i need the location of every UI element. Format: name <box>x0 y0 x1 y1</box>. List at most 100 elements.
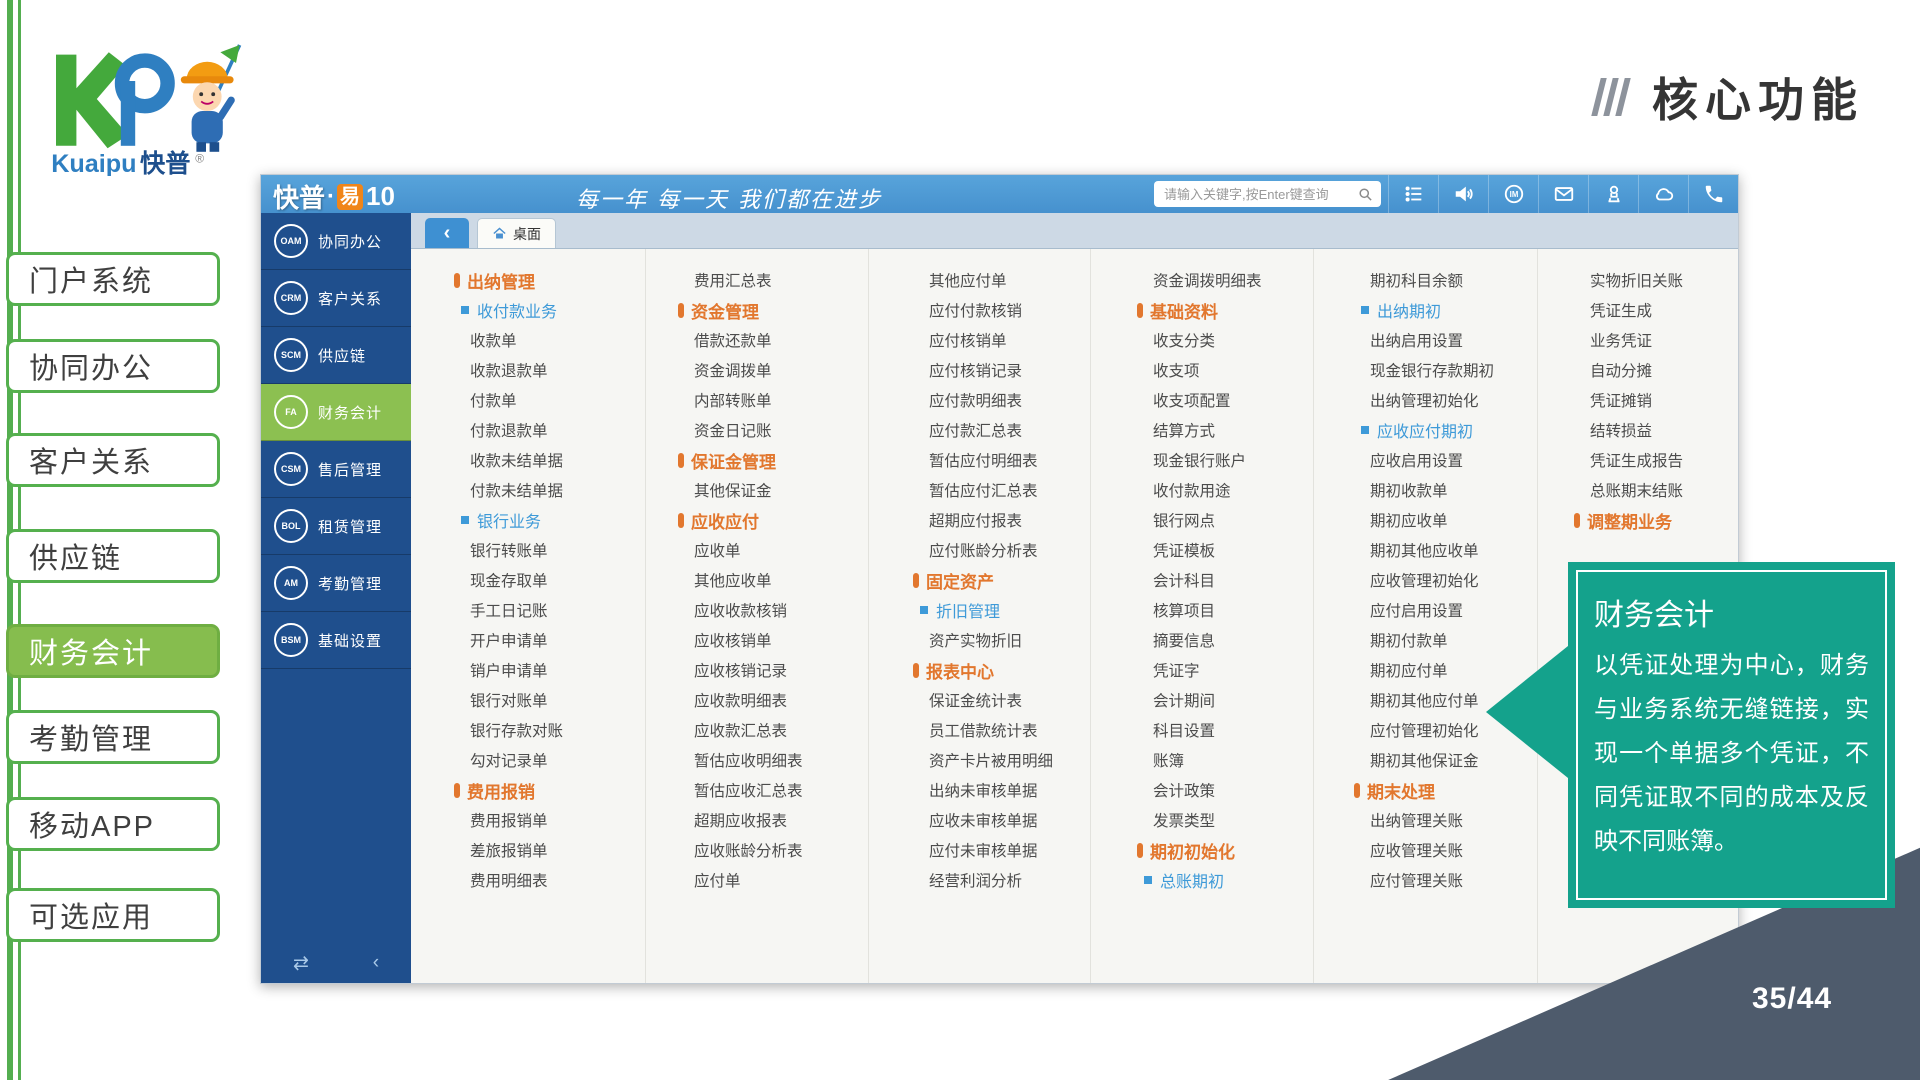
menu-item[interactable]: 账簿 <box>1137 745 1313 775</box>
menu-item[interactable]: 收款退款单 <box>454 355 645 385</box>
sidebar-item-7[interactable]: 移动APP <box>6 797 220 851</box>
nav-item-bol[interactable]: BOL租赁管理 <box>261 498 411 555</box>
nav-item-csm[interactable]: CSM售后管理 <box>261 441 411 498</box>
menu-item[interactable]: 现金银行账户 <box>1137 445 1313 475</box>
menu-item[interactable]: 暂估应付汇总表 <box>913 475 1090 505</box>
menu-item[interactable]: 收款单 <box>454 325 645 355</box>
menu-item[interactable]: 应收未审核单据 <box>913 805 1090 835</box>
menu-subgroup-header[interactable]: 出纳期初 <box>1354 295 1537 325</box>
tab-desktop[interactable]: 桌面 <box>477 218 556 248</box>
panel-swap-icon[interactable]: ⇄ <box>293 952 309 975</box>
menu-item[interactable]: 超期应收报表 <box>678 805 868 835</box>
mail-icon[interactable] <box>1538 175 1588 213</box>
im-icon[interactable]: IM <box>1488 175 1538 213</box>
menu-item[interactable]: 保证金统计表 <box>913 685 1090 715</box>
sidebar-item-6[interactable]: 考勤管理 <box>6 710 220 764</box>
menu-item[interactable]: 现金存取单 <box>454 565 645 595</box>
menu-subgroup-header[interactable]: 银行业务 <box>454 505 645 535</box>
panel-collapse-icon[interactable]: ‹ <box>373 952 379 975</box>
menu-item[interactable]: 收支项配置 <box>1137 385 1313 415</box>
menu-subgroup-header[interactable]: 折旧管理 <box>913 595 1090 625</box>
menu-item[interactable]: 会计期间 <box>1137 685 1313 715</box>
nav-item-bsm[interactable]: BSM基础设置 <box>261 612 411 669</box>
menu-item[interactable]: 凭证生成报告 <box>1574 445 1738 475</box>
menu-item[interactable]: 费用汇总表 <box>678 265 868 295</box>
menu-item[interactable]: 暂估应收明细表 <box>678 745 868 775</box>
menu-item[interactable]: 应收单 <box>678 535 868 565</box>
menu-item[interactable]: 资产卡片被用明细 <box>913 745 1090 775</box>
menu-item[interactable]: 应收启用设置 <box>1354 445 1537 475</box>
menu-item[interactable]: 结转损益 <box>1574 415 1738 445</box>
menu-item[interactable]: 暂估应收汇总表 <box>678 775 868 805</box>
back-tab-button[interactable]: ‹ <box>425 218 469 248</box>
menu-item[interactable]: 银行转账单 <box>454 535 645 565</box>
menu-item[interactable]: 科目设置 <box>1137 715 1313 745</box>
menu-item[interactable]: 核算项目 <box>1137 595 1313 625</box>
menu-subgroup-header[interactable]: 收付款业务 <box>454 295 645 325</box>
cloud-icon[interactable] <box>1638 175 1688 213</box>
menu-item[interactable]: 费用明细表 <box>454 865 645 895</box>
menu-item[interactable]: 应收收款核销 <box>678 595 868 625</box>
menu-item[interactable]: 其他应收单 <box>678 565 868 595</box>
menu-item[interactable]: 应收核销记录 <box>678 655 868 685</box>
menu-group-header[interactable]: 基础资料 <box>1137 295 1313 325</box>
menu-item[interactable]: 借款还款单 <box>678 325 868 355</box>
menu-item[interactable]: 业务凭证 <box>1574 325 1738 355</box>
menu-item[interactable]: 开户申请单 <box>454 625 645 655</box>
user-icon[interactable] <box>1588 175 1638 213</box>
volume-icon[interactable] <box>1438 175 1488 213</box>
menu-item[interactable]: 结算方式 <box>1137 415 1313 445</box>
nav-item-crm[interactable]: CRM客户关系 <box>261 270 411 327</box>
sidebar-item-8[interactable]: 可选应用 <box>6 888 220 942</box>
menu-item[interactable]: 应收管理关账 <box>1354 835 1537 865</box>
menu-item[interactable]: 收款未结单据 <box>454 445 645 475</box>
menu-item[interactable]: 收付款用途 <box>1137 475 1313 505</box>
menu-item[interactable]: 实物折旧关账 <box>1574 265 1738 295</box>
menu-item[interactable]: 期初科目余额 <box>1354 265 1537 295</box>
menu-item[interactable]: 总账期末结账 <box>1574 475 1738 505</box>
menu-item[interactable]: 应收款汇总表 <box>678 715 868 745</box>
menu-item[interactable]: 应收管理初始化 <box>1354 565 1537 595</box>
menu-item[interactable]: 银行存款对账 <box>454 715 645 745</box>
sidebar-item-1[interactable]: 门户系统 <box>6 252 220 306</box>
nav-item-oam[interactable]: OAM协同办公 <box>261 213 411 270</box>
menu-item[interactable]: 银行网点 <box>1137 505 1313 535</box>
menu-item[interactable]: 凭证字 <box>1137 655 1313 685</box>
menu-item[interactable]: 现金银行存款期初 <box>1354 355 1537 385</box>
menu-item[interactable]: 应收核销单 <box>678 625 868 655</box>
menu-item[interactable]: 资金日记账 <box>678 415 868 445</box>
menu-group-header[interactable]: 保证金管理 <box>678 445 868 475</box>
menu-item[interactable]: 勾对记录单 <box>454 745 645 775</box>
list-icon[interactable] <box>1388 175 1438 213</box>
menu-item[interactable]: 应付未审核单据 <box>913 835 1090 865</box>
menu-item[interactable]: 发票类型 <box>1137 805 1313 835</box>
menu-item[interactable]: 收支分类 <box>1137 325 1313 355</box>
sidebar-item-5[interactable]: 财务会计 <box>6 624 220 678</box>
menu-item[interactable]: 暂估应付明细表 <box>913 445 1090 475</box>
menu-item[interactable]: 手工日记账 <box>454 595 645 625</box>
menu-item[interactable]: 凭证生成 <box>1574 295 1738 325</box>
menu-item[interactable]: 收支项 <box>1137 355 1313 385</box>
menu-item[interactable]: 出纳未审核单据 <box>913 775 1090 805</box>
nav-item-scm[interactable]: SCM供应链 <box>261 327 411 384</box>
menu-item[interactable]: 摘要信息 <box>1137 625 1313 655</box>
search-icon[interactable] <box>1358 187 1373 202</box>
menu-group-header[interactable]: 固定资产 <box>913 565 1090 595</box>
menu-group-header[interactable]: 调整期业务 <box>1574 505 1738 535</box>
menu-item[interactable]: 资金调拨单 <box>678 355 868 385</box>
menu-item[interactable]: 期初收款单 <box>1354 475 1537 505</box>
menu-item[interactable]: 会计政策 <box>1137 775 1313 805</box>
menu-item[interactable]: 员工借款统计表 <box>913 715 1090 745</box>
menu-item[interactable]: 应收账龄分析表 <box>678 835 868 865</box>
menu-item[interactable]: 差旅报销单 <box>454 835 645 865</box>
sidebar-item-4[interactable]: 供应链 <box>6 529 220 583</box>
menu-item[interactable]: 应付启用设置 <box>1354 595 1537 625</box>
menu-item[interactable]: 银行对账单 <box>454 685 645 715</box>
menu-group-header[interactable]: 应收应付 <box>678 505 868 535</box>
menu-item[interactable]: 出纳管理关账 <box>1354 805 1537 835</box>
sidebar-item-2[interactable]: 协同办公 <box>6 339 220 393</box>
menu-item[interactable]: 应付款汇总表 <box>913 415 1090 445</box>
menu-item[interactable]: 应付账龄分析表 <box>913 535 1090 565</box>
menu-item[interactable]: 资产实物折旧 <box>913 625 1090 655</box>
menu-group-header[interactable]: 费用报销 <box>454 775 645 805</box>
